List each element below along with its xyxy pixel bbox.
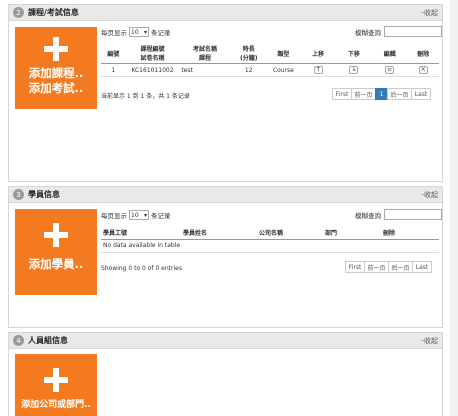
page-length-control: 每页显示 10 ▾ 条记录 [101,27,171,37]
column-header[interactable]: 學員工號 [101,227,181,240]
chevron-down-icon: ▾ [143,211,147,219]
cell-duration: 12 [230,63,267,77]
section-header: 3 學員信息 -收起 [9,187,442,203]
table-info: Showing 0 to 0 of 0 entries [101,265,182,272]
section-header: 4 人員組信息 -收起 [9,333,442,349]
student-table: 學員工號 學員姓名 公司名稱 部門 刪除 No data available i… [101,227,439,253]
page: 2 課程/考試信息 -收起 添加課程.. 添加考試.. 每页显示 10 ▾ 条记录… [0,0,458,416]
add-company-department-button[interactable]: 添加公司或部門.. [15,354,97,416]
search-control: 模糊查詢 [355,209,442,220]
group-section: 4 人員組信息 -收起 添加公司或部門.. [8,332,443,416]
column-header[interactable]: 時長 (分鐘) [230,43,267,64]
section-title: 人員組信息 [28,336,68,345]
search-label: 模糊查詢 [355,211,381,220]
delete-icon[interactable]: × [418,66,428,74]
course-exam-section: 2 課程/考試信息 -收起 添加課程.. 添加考試.. 每页显示 10 ▾ 条记录… [8,4,443,182]
search-input[interactable] [384,26,442,37]
add-course-exam-button[interactable]: 添加課程.. 添加考試.. [15,27,97,109]
column-header[interactable]: 刪除 [407,43,439,64]
page-length-select[interactable]: 10 ▾ [129,210,149,220]
empty-row-message: No data available in table [101,239,439,253]
column-header[interactable]: 課程編號 試卷名稱 [125,43,180,64]
per-page-suffix: 条记录 [151,29,171,37]
edit-cell: ▫ [371,63,408,77]
column-header[interactable]: 部門 [323,227,381,240]
column-header[interactable]: 編輯 [371,43,408,64]
column-header[interactable]: 編號 [101,43,126,64]
plus-icon [44,368,68,392]
pager-last[interactable]: Last [411,88,431,100]
section-number: 3 [13,189,24,200]
pager-next[interactable]: 后一页 [387,88,412,100]
table-row: 1 KC161011002 test 12 Course ↑ ↓ ▫ × [101,63,439,77]
search-label: 模糊查詢 [355,28,381,37]
per-page-prefix: 每页显示 [101,29,127,37]
move-up-cell: ↑ [300,63,336,77]
course-table: 編號 課程編號 試卷名稱 考試名稱 課程 時長 (分鐘) 類型 上移 下移 編輯… [101,43,439,77]
cell-type: Course [266,63,301,77]
chevron-down-icon: ▾ [143,28,147,36]
pager-first[interactable]: First [332,88,352,100]
pager-prev[interactable]: 前一页 [364,261,389,273]
page-length-value: 10 [131,28,139,36]
plus-icon [44,37,68,61]
column-header[interactable]: 類型 [266,43,301,64]
cell-no: 1 [101,63,126,77]
search-input[interactable] [384,209,442,220]
table-row: No data available in table [101,239,439,253]
search-control: 模糊查詢 [355,26,442,37]
cell-code: KC161011002 [125,63,180,77]
plus-icon [44,223,68,247]
section-header: 2 課程/考試信息 -收起 [9,5,442,21]
column-header[interactable]: 學員姓名 [181,227,257,240]
section-title: 課程/考試信息 [28,8,79,17]
arrow-up-icon[interactable]: ↑ [313,66,323,74]
arrow-down-icon[interactable]: ↓ [349,66,359,74]
table-header-row: 編號 課程編號 試卷名稱 考試名稱 課程 時長 (分鐘) 類型 上移 下移 編輯… [101,43,439,64]
pager-prev[interactable]: 前一页 [351,88,376,100]
pager-last[interactable]: Last [412,261,432,273]
pagination: First 前一页 1 后一页 Last [332,88,431,100]
section-number: 4 [13,335,24,346]
column-header[interactable]: 刪除 [381,227,439,240]
pagination: First 前一页 后一页 Last [345,261,432,273]
page-length-select[interactable]: 10 ▾ [129,27,149,37]
add-company-label: 添加公司或部門.. [21,400,91,410]
pager-first[interactable]: First [345,261,365,273]
collapse-link[interactable]: -收起 [421,336,438,346]
pager-next[interactable]: 后一页 [388,261,413,273]
per-page-prefix: 每页显示 [101,212,127,220]
scrollbar[interactable] [450,0,458,416]
column-header[interactable]: 下移 [335,43,372,64]
cell-name: test [179,63,231,77]
collapse-link[interactable]: -收起 [421,190,438,200]
section-number: 2 [13,7,24,18]
add-course-label: 添加課程.. [28,66,84,80]
column-header[interactable]: 考試名稱 課程 [179,43,231,64]
student-section: 3 學員信息 -收起 添加學員.. 每页显示 10 ▾ 条记录 模糊查詢 學員工號… [8,186,443,328]
add-student-label: 添加學員.. [28,257,84,271]
column-header[interactable]: 上移 [300,43,336,64]
page-length-value: 10 [131,211,139,219]
per-page-suffix: 条记录 [151,212,171,220]
delete-cell: × [407,63,439,77]
move-down-cell: ↓ [335,63,372,77]
add-exam-label: 添加考試.. [28,81,84,95]
column-header[interactable]: 公司名稱 [257,227,323,240]
edit-icon[interactable]: ▫ [385,66,395,74]
add-student-button[interactable]: 添加學員.. [15,209,97,295]
section-title: 學員信息 [28,190,60,199]
page-length-control: 每页显示 10 ▾ 条记录 [101,210,171,220]
table-info: 当前显示 1 到 1 条，共 1 条记录 [101,93,190,100]
collapse-link[interactable]: -收起 [421,8,438,18]
table-header-row: 學員工號 學員姓名 公司名稱 部門 刪除 [101,227,439,240]
